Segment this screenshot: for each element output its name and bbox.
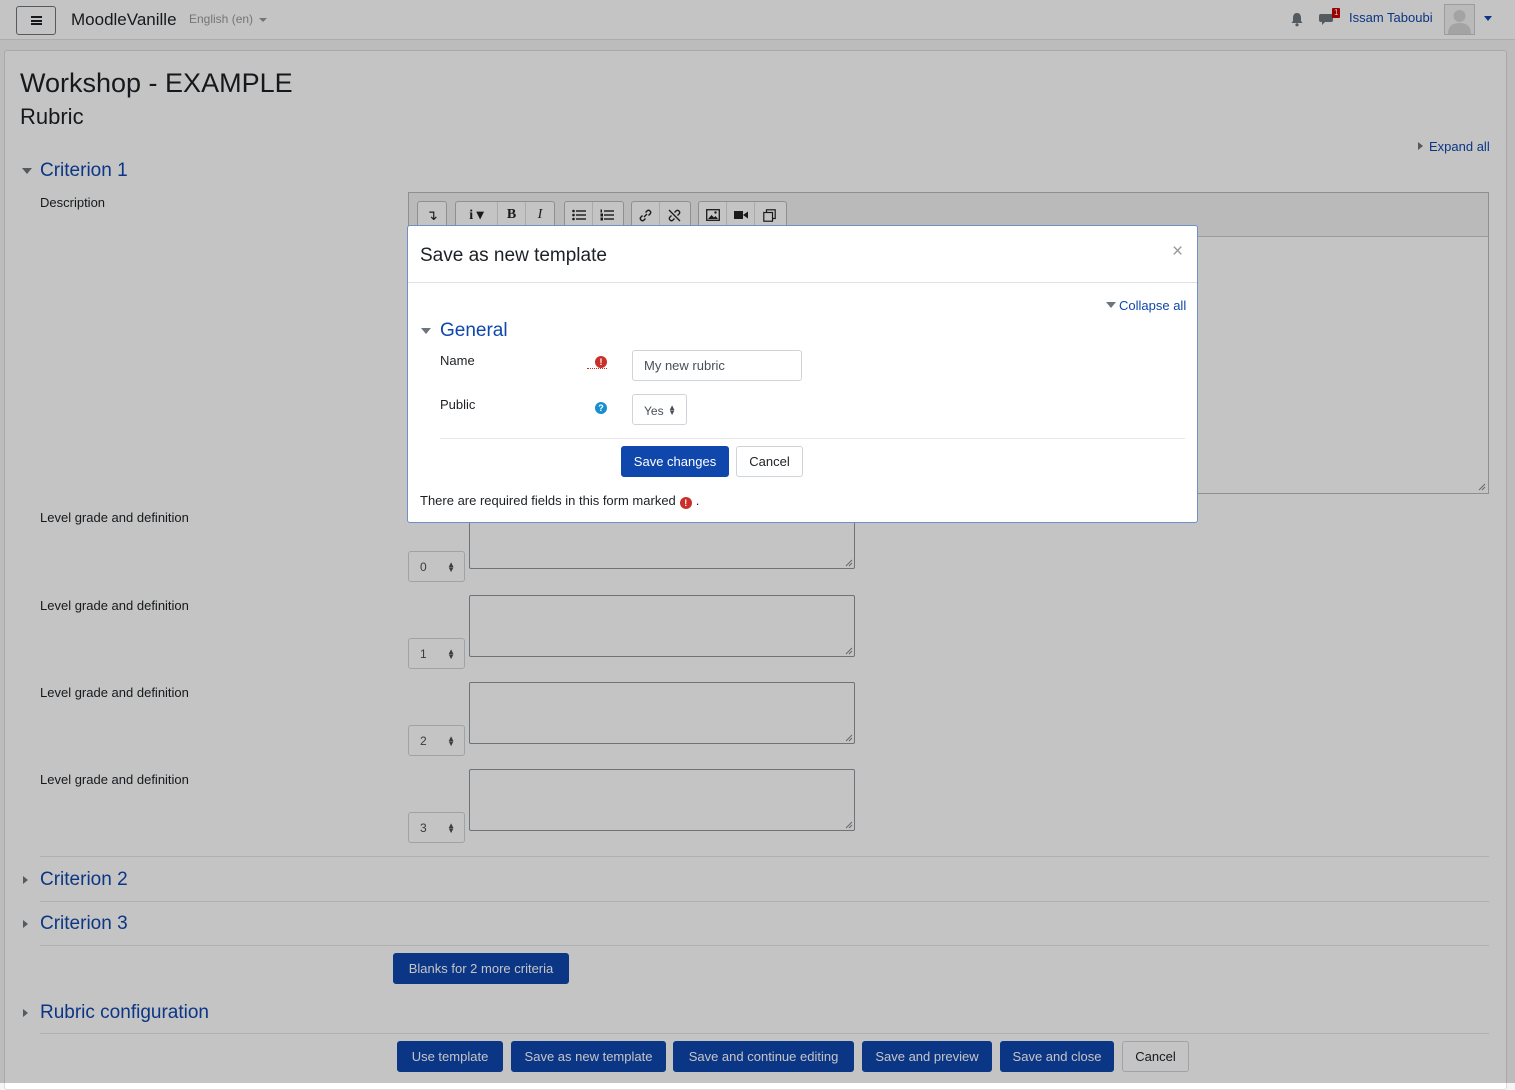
public-label: Public <box>440 397 476 412</box>
general-section-title: General <box>440 320 508 341</box>
public-select-value: Yes <box>644 404 664 418</box>
caret-down-icon <box>421 328 431 334</box>
modal-backdrop[interactable] <box>0 0 1515 1083</box>
name-label: Name <box>440 353 475 368</box>
public-select[interactable]: Yes ▲ ▼ <box>632 394 687 425</box>
modal-cancel-button[interactable]: Cancel <box>736 446 803 477</box>
modal-header-divider <box>408 282 1197 283</box>
modal-title: Save as new template <box>420 245 607 266</box>
close-icon[interactable]: × <box>1172 242 1183 262</box>
save-template-dialog: Save as new template × Collapse all Gene… <box>407 225 1198 523</box>
collapse-all-link[interactable]: Collapse all <box>1106 298 1186 313</box>
required-note-period: . <box>695 493 700 508</box>
required-fields-note: There are required fields in this form m… <box>420 493 699 509</box>
required-icon: ! <box>595 356 607 368</box>
collapse-all-label: Collapse all <box>1119 298 1187 313</box>
template-name-input[interactable] <box>632 350 802 381</box>
form-divider <box>440 438 1185 439</box>
caret-down-icon <box>1106 302 1116 308</box>
required-underline <box>587 368 607 369</box>
required-icon: ! <box>679 497 692 509</box>
required-note-text: There are required fields in this form m… <box>420 493 676 508</box>
general-section-header[interactable]: General <box>421 320 508 342</box>
save-changes-button[interactable]: Save changes <box>621 446 729 477</box>
select-arrows-icon: ▲ ▼ <box>668 403 676 417</box>
help-icon[interactable]: ? <box>595 402 607 414</box>
